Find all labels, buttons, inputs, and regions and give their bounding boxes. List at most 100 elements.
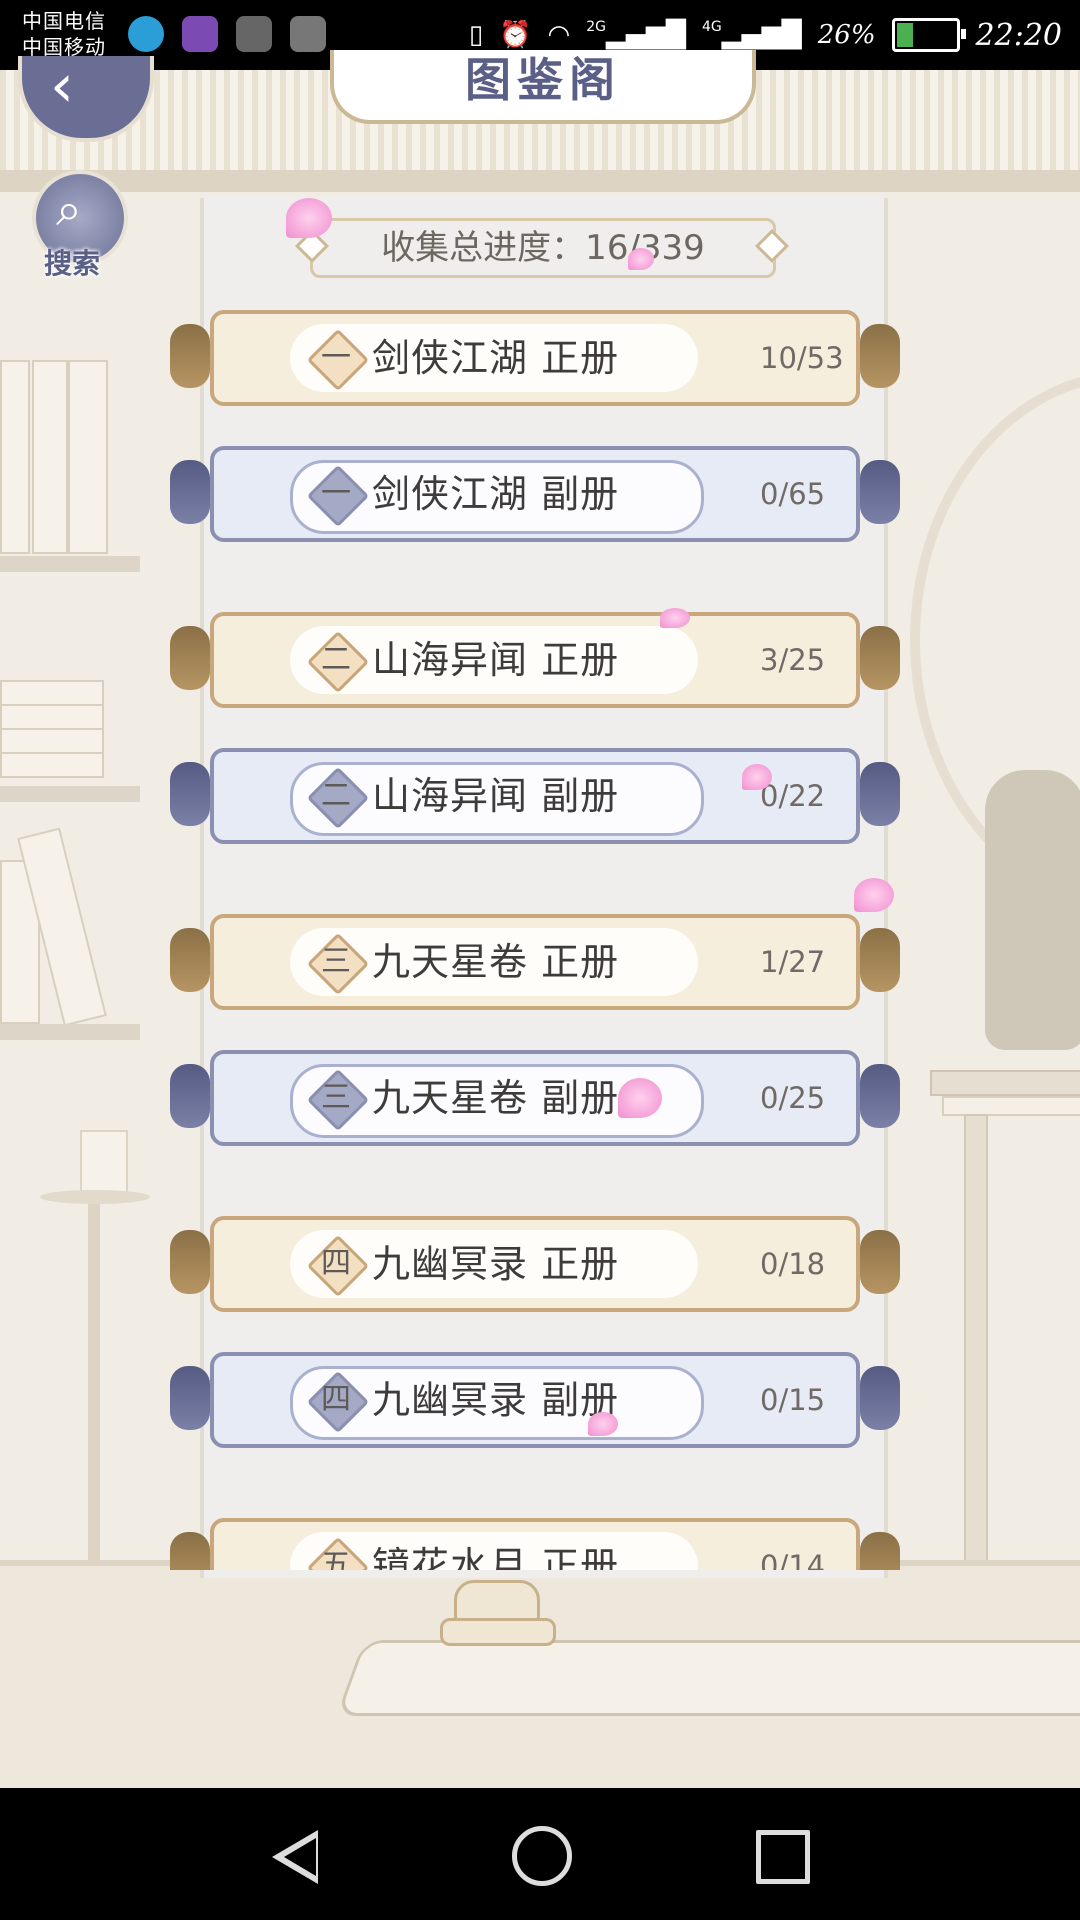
volume-name: 九幽冥录 副册 <box>372 1378 620 1422</box>
volume-scroll-sub[interactable]: 三九天星卷 副册 0/25 <box>170 1050 900 1146</box>
volume-scroll-sub[interactable]: 一剑侠江湖 副册 0/65 <box>170 446 900 542</box>
volume-numeral: 一 <box>321 476 351 511</box>
volume-name: 山海异闻 副册 <box>372 774 620 818</box>
battery-percent: 26% <box>817 20 876 50</box>
volume-scroll-main[interactable]: 四九幽冥录 正册 0/18 <box>170 1216 900 1312</box>
volume-scroll-main[interactable]: 一剑侠江湖 正册 10/53 <box>170 310 900 406</box>
volume-number-badge: 一 <box>306 464 370 528</box>
scroll-roller-right <box>860 1064 900 1128</box>
search-label: 搜索 <box>44 247 101 280</box>
game-app-icon <box>236 16 272 52</box>
volume-numeral: 二 <box>321 778 351 813</box>
scroll-roller-right <box>860 626 900 690</box>
alarm-icon: ⏰ <box>499 20 532 50</box>
volume-number-badge: 四 <box>306 1370 370 1434</box>
volume-name: 山海异闻 正册 <box>372 638 620 682</box>
scroll-roller-left <box>170 1532 210 1570</box>
scroll-roller-right <box>860 762 900 826</box>
petal-decoration <box>854 878 894 912</box>
volume-name: 镜花水月 正册 <box>372 1544 620 1570</box>
back-arrow-icon: ‹ <box>50 51 74 121</box>
signal-2g-icon: 2G▂▄▆█ <box>586 19 686 50</box>
volume-numeral: 三 <box>321 1080 351 1115</box>
vase-decoration <box>985 770 1080 1050</box>
scroll-roller-right <box>860 928 900 992</box>
candle-decoration <box>80 1130 128 1198</box>
scroll-roller-left <box>170 928 210 992</box>
scroll-body: 五镜花水月 正册 0/14 <box>210 1518 860 1570</box>
volume-count: 0/65 <box>760 477 826 511</box>
volume-name: 九天星卷 正册 <box>372 940 620 984</box>
volume-numeral: 三 <box>321 944 351 979</box>
battery-icon <box>891 18 966 52</box>
volume-number-badge: 三 <box>306 1068 370 1132</box>
scroll-body: 二山海异闻 副册 0/22 <box>210 748 860 844</box>
volume-count: 0/25 <box>760 1081 826 1115</box>
incense-burner-decoration <box>440 1570 556 1650</box>
scroll-body: 三九天星卷 正册 1/27 <box>210 914 860 1010</box>
bookshelf-decoration <box>0 290 145 1070</box>
table-decoration <box>336 1640 1080 1716</box>
volume-numeral: 二 <box>321 642 351 677</box>
gallery-app-icon <box>182 16 218 52</box>
volume-numeral: 四 <box>321 1246 351 1281</box>
volume-scroll-main[interactable]: 五镜花水月 正册 0/14 <box>170 1518 900 1570</box>
volume-number-badge: 一 <box>306 328 370 392</box>
collection-progress: 收集总进度：16/339 <box>310 218 776 278</box>
carrier-1: 中国电信 <box>22 9 106 33</box>
scroll-roller-right <box>860 1230 900 1294</box>
page-title: 图鉴阁 <box>465 53 621 107</box>
system-nav-bar <box>0 1788 1080 1920</box>
volume-number-badge: 五 <box>306 1536 370 1570</box>
volume-scroll-sub[interactable]: 四九幽冥录 副册 0/15 <box>170 1352 900 1448</box>
volume-number-badge: 二 <box>306 630 370 694</box>
scroll-roller-right <box>860 460 900 524</box>
scroll-roller-left <box>170 626 210 690</box>
scroll-roller-right <box>860 1532 900 1570</box>
nav-recents-icon[interactable] <box>756 1830 810 1884</box>
scroll-roller-left <box>170 460 210 524</box>
chat-app-icon <box>128 16 164 52</box>
volume-number-badge: 二 <box>306 766 370 830</box>
volume-count: 0/14 <box>760 1549 826 1570</box>
volume-count: 3/25 <box>760 643 826 677</box>
battery-fill <box>896 23 913 47</box>
petal-decoration <box>628 248 654 270</box>
scroll-roller-left <box>170 762 210 826</box>
beam-decoration <box>0 170 1080 192</box>
scroll-body: 一剑侠江湖 副册 0/65 <box>210 446 860 542</box>
volume-name: 剑侠江湖 副册 <box>372 472 620 516</box>
scroll-body: 四九幽冥录 副册 0/15 <box>210 1352 860 1448</box>
vibrate-icon: ▯ <box>468 20 484 50</box>
volume-scroll-main[interactable]: 二山海异闻 正册 3/25 <box>170 612 900 708</box>
volume-numeral: 四 <box>321 1382 351 1417</box>
volume-number-badge: 三 <box>306 932 370 996</box>
scroll-roller-left <box>170 1064 210 1128</box>
volume-scroll-main[interactable]: 三九天星卷 正册 1/27 <box>170 914 900 1010</box>
scroll-roller-left <box>170 324 210 388</box>
search-button[interactable]: ⌕ 搜索 <box>28 170 128 280</box>
volume-name: 九天星卷 副册 <box>372 1076 620 1120</box>
collection-progress-text: 收集总进度：16/339 <box>381 228 705 268</box>
scroll-body: 一剑侠江湖 正册 10/53 <box>210 310 860 406</box>
volume-number-badge: 四 <box>306 1234 370 1298</box>
scroll-body: 二山海异闻 正册 3/25 <box>210 612 860 708</box>
petal-decoration <box>286 198 332 238</box>
wifi-icon: ◠ <box>547 20 571 50</box>
petal-decoration <box>588 1412 618 1436</box>
volume-name: 剑侠江湖 正册 <box>372 336 620 380</box>
scroll-roller-left <box>170 1230 210 1294</box>
volume-count: 1/27 <box>760 945 826 979</box>
volume-count: 0/15 <box>760 1383 826 1417</box>
signal-4g-icon: 4G▂▄▆█ <box>701 19 802 50</box>
scroll-roller-right <box>860 324 900 388</box>
nav-home-icon[interactable] <box>512 1826 572 1886</box>
volume-scroll-sub[interactable]: 二山海异闻 副册 0/22 <box>170 748 900 844</box>
scroll-roller-left <box>170 1366 210 1430</box>
scroll-roller-right <box>860 1366 900 1430</box>
page-title-plaque: 图鉴阁 <box>330 50 756 124</box>
volume-count: 0/18 <box>760 1247 826 1281</box>
scroll-body: 四九幽冥录 正册 0/18 <box>210 1216 860 1312</box>
petal-decoration <box>742 764 772 790</box>
side-table-decoration <box>930 1070 1080 1590</box>
